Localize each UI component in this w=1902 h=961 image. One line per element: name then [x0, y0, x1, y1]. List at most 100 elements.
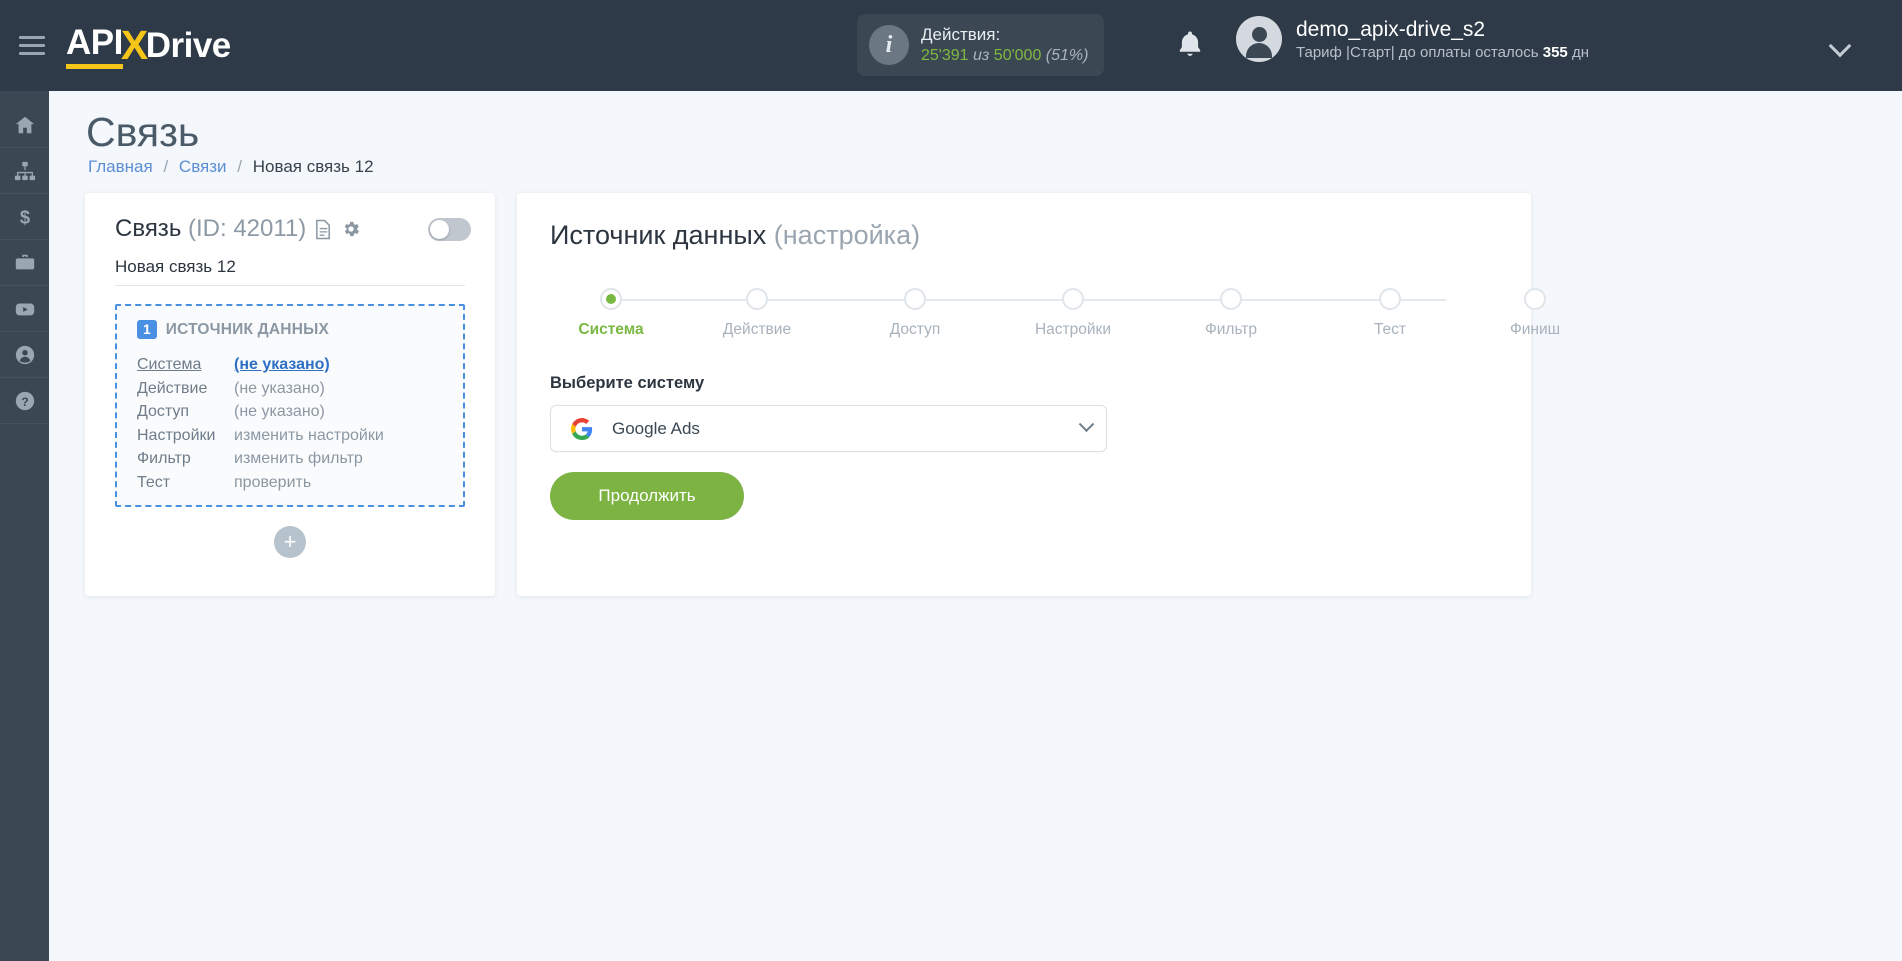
sidebar-item-profile[interactable]: [0, 332, 49, 378]
connection-name-input[interactable]: Новая связь 12: [115, 257, 465, 286]
avatar-body: [1246, 42, 1272, 58]
step-dot[interactable]: [904, 288, 926, 310]
step-dot[interactable]: [1220, 288, 1242, 310]
row-value-action[interactable]: (не указано): [234, 377, 325, 401]
actions-used: 25'391: [921, 46, 969, 64]
top-bar: API X Drive i Действия: 25'391 из 50'000 (…: [0, 0, 1902, 91]
step-nastroyki[interactable]: Настройки: [1013, 288, 1133, 339]
breadcrumb-current: Новая связь 12: [252, 157, 374, 176]
step-finish[interactable]: Финиш: [1475, 288, 1595, 339]
step-label: Финиш: [1509, 321, 1561, 338]
actions-values: 25'391 из 50'000 (51%): [921, 46, 1088, 66]
document-icon[interactable]: [314, 219, 333, 240]
step-label: Система: [578, 321, 644, 338]
page-title: Связь: [86, 109, 200, 155]
row-value-test[interactable]: проверить: [234, 471, 311, 495]
svg-text:?: ?: [21, 395, 28, 409]
chevron-down-icon[interactable]: [1078, 416, 1095, 433]
step-dot[interactable]: [1379, 288, 1401, 310]
row-system: Система (не указано): [137, 353, 463, 377]
system-field-label: Выберите систему: [550, 374, 705, 392]
step-dostup[interactable]: Доступ: [855, 288, 975, 339]
setup-panel-title-muted: (настройка): [773, 220, 921, 250]
step-dot[interactable]: [1062, 288, 1084, 310]
user-plan-days: 355: [1542, 44, 1568, 62]
breadcrumb-connections[interactable]: Связи: [179, 157, 227, 176]
continue-button[interactable]: Продолжить: [550, 472, 744, 520]
breadcrumb: Главная / Связи / Новая связь 12: [88, 157, 374, 177]
page-content: Связь Главная / Связи / Новая связь 12 С…: [49, 91, 1902, 961]
stepper-track: [611, 299, 1446, 301]
block-title: ИСТОЧНИК ДАННЫХ: [165, 320, 330, 338]
notifications-bell-icon[interactable]: [1172, 26, 1208, 64]
user-plan: Тариф |Старт| до оплаты осталось 355 дн: [1296, 43, 1589, 63]
user-menu[interactable]: demo_apix-drive_s2 Тариф |Старт| до опла…: [1236, 16, 1589, 63]
data-source-rows: Система (не указано) Действие (не указан…: [137, 353, 463, 494]
breadcrumb-separator: /: [237, 157, 243, 176]
home-icon: [15, 116, 34, 133]
user-info: demo_apix-drive_s2 Тариф |Старт| до опла…: [1296, 16, 1589, 63]
burger-line: [19, 36, 45, 39]
setup-stepper: Система Действие Доступ Настройки Фильтр…: [517, 288, 1560, 358]
row-key-system[interactable]: Система: [137, 353, 234, 377]
row-value-settings[interactable]: изменить настройки: [234, 424, 384, 448]
actions-quota-text: Действия: 25'391 из 50'000 (51%): [921, 24, 1088, 66]
apix-drive-logo[interactable]: API X Drive: [66, 23, 231, 69]
data-source-block[interactable]: 1 ИСТОЧНИК ДАННЫХ Система (не указано) Д…: [115, 304, 465, 507]
row-key-filter: Фильтр: [137, 450, 191, 467]
logo-text-api: API: [66, 23, 123, 69]
breadcrumb-home[interactable]: Главная: [88, 157, 153, 176]
connection-title: Связь (ID: 42011): [115, 215, 306, 243]
step-label: Настройки: [1034, 321, 1111, 338]
chevron-down-icon[interactable]: [1828, 34, 1852, 58]
actions-quota-box: i Действия: 25'391 из 50'000 (51%): [857, 14, 1104, 76]
user-plan-days-suffix: дн: [1571, 44, 1589, 62]
gear-icon[interactable]: [341, 219, 361, 239]
burger-line: [19, 52, 45, 55]
burger-line: [19, 44, 45, 47]
connection-enable-toggle[interactable]: [428, 217, 471, 241]
actions-total: 50'000: [993, 46, 1042, 64]
user-plan-prefix: Тариф |Старт| до оплаты осталось: [1296, 44, 1539, 62]
row-key-action: Действие: [137, 379, 208, 397]
setup-panel: Источник данных (настройка) Система Дейс…: [517, 193, 1560, 596]
step-test[interactable]: Тест: [1330, 288, 1450, 339]
step-label: Фильтр: [1204, 321, 1258, 338]
row-key-test: Тест: [137, 473, 171, 491]
avatar-head: [1251, 26, 1267, 42]
row-value-access[interactable]: (не указано): [234, 400, 325, 424]
row-key-access: Доступ: [137, 403, 190, 420]
row-key-settings: Настройки: [137, 426, 216, 444]
row-value-filter[interactable]: изменить фильтр: [234, 447, 363, 471]
step-dot[interactable]: [600, 288, 622, 310]
menu-toggle-icon[interactable]: [0, 0, 64, 91]
profile-icon: [15, 345, 34, 364]
connection-card: Связь (ID: 42011) Новая связь 12 1 ИСТОЧ…: [85, 193, 495, 596]
step-deystvie[interactable]: Действие: [697, 288, 817, 339]
sidebar-item-business[interactable]: [0, 240, 49, 286]
row-settings: Настройки изменить настройки: [137, 424, 463, 448]
connections-icon: [14, 161, 35, 180]
sidebar-item-billing[interactable]: $: [0, 194, 49, 240]
step-sistema[interactable]: Система: [551, 288, 671, 339]
youtube-icon: [15, 303, 34, 315]
dollar-icon: $: [19, 206, 29, 227]
system-select[interactable]: Google Ads: [550, 405, 1107, 452]
logo-text-x: X: [120, 22, 148, 69]
add-block-button[interactable]: +: [274, 526, 306, 558]
setup-panel-title-text: Источник данных: [550, 220, 767, 250]
step-dot[interactable]: [1524, 288, 1546, 310]
sidebar-item-home[interactable]: [0, 102, 49, 148]
sidebar-item-video[interactable]: [0, 286, 49, 332]
connection-id: (ID: 42011): [188, 215, 307, 242]
step-dot[interactable]: [746, 288, 768, 310]
actions-of: из: [973, 46, 990, 64]
row-value-system[interactable]: (не указано): [234, 353, 330, 377]
sidebar-item-connections[interactable]: [0, 148, 49, 194]
svg-text:$: $: [19, 206, 29, 227]
briefcase-icon: [15, 254, 34, 269]
step-filtr[interactable]: Фильтр: [1171, 288, 1291, 339]
block-number-badge: 1: [137, 320, 157, 339]
sidebar-item-help[interactable]: ?: [0, 378, 49, 424]
step-label: Тест: [1373, 321, 1407, 338]
